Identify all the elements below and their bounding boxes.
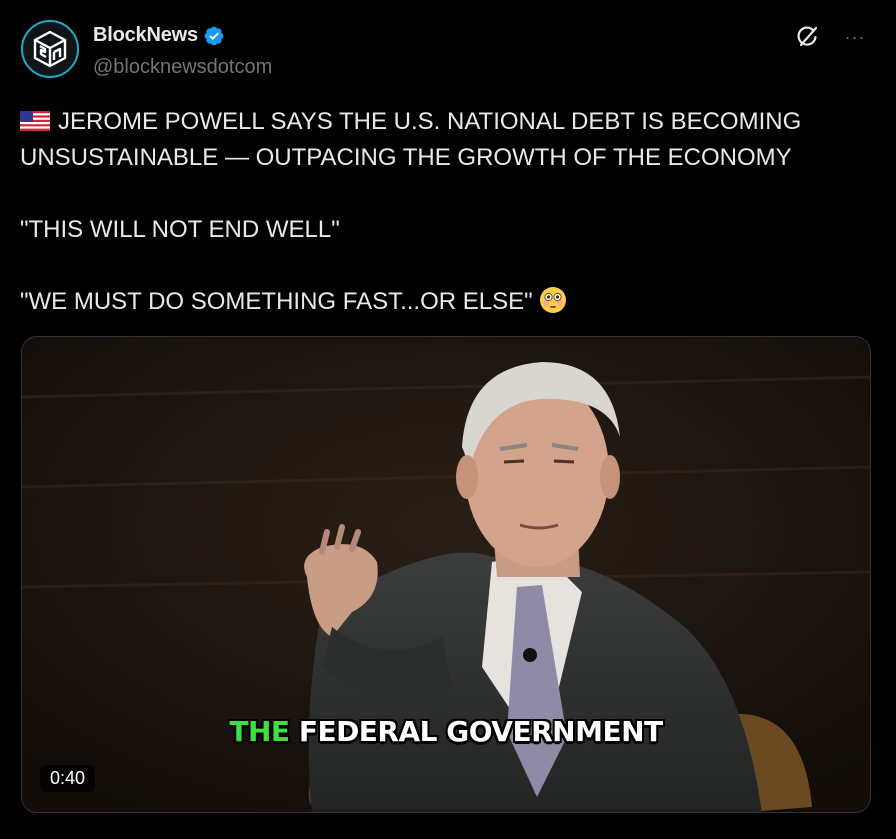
video-duration-badge: 0:40 <box>40 765 96 792</box>
caption-text: FEDERAL GOVERNMENT <box>298 715 663 748</box>
flushed-face-emoji <box>539 287 566 313</box>
more-icon: ··· <box>844 26 866 47</box>
video-caption: THE FEDERAL GOVERNMENT <box>22 715 870 748</box>
post-header: BlockNews @blocknewsdotcom ··· <box>20 19 876 81</box>
post-line-1: JEROME POWELL SAYS THE U.S. NATIONAL DEB… <box>20 108 802 171</box>
caption-highlight: THE <box>229 715 290 748</box>
post-line-3: "WE MUST DO SOMETHING FAST...OR ELSE" <box>20 288 533 315</box>
post-line-2: "THIS WILL NOT END WELL" <box>20 216 340 243</box>
post-text: JEROME POWELL SAYS THE U.S. NATIONAL DEB… <box>20 104 880 320</box>
blocknews-logo <box>33 30 67 68</box>
us-flag-icon <box>20 111 50 131</box>
verified-badge-icon <box>204 26 224 45</box>
author-display-name[interactable]: BlockNews <box>93 24 198 47</box>
video-player[interactable]: THE FEDERAL GOVERNMENT 0:40 <box>21 336 871 813</box>
more-button[interactable]: ··· <box>840 22 870 52</box>
author-avatar[interactable] <box>21 20 79 78</box>
grok-icon <box>797 26 818 47</box>
grok-button[interactable] <box>793 22 823 52</box>
author-handle[interactable]: @blocknewsdotcom <box>93 56 272 79</box>
